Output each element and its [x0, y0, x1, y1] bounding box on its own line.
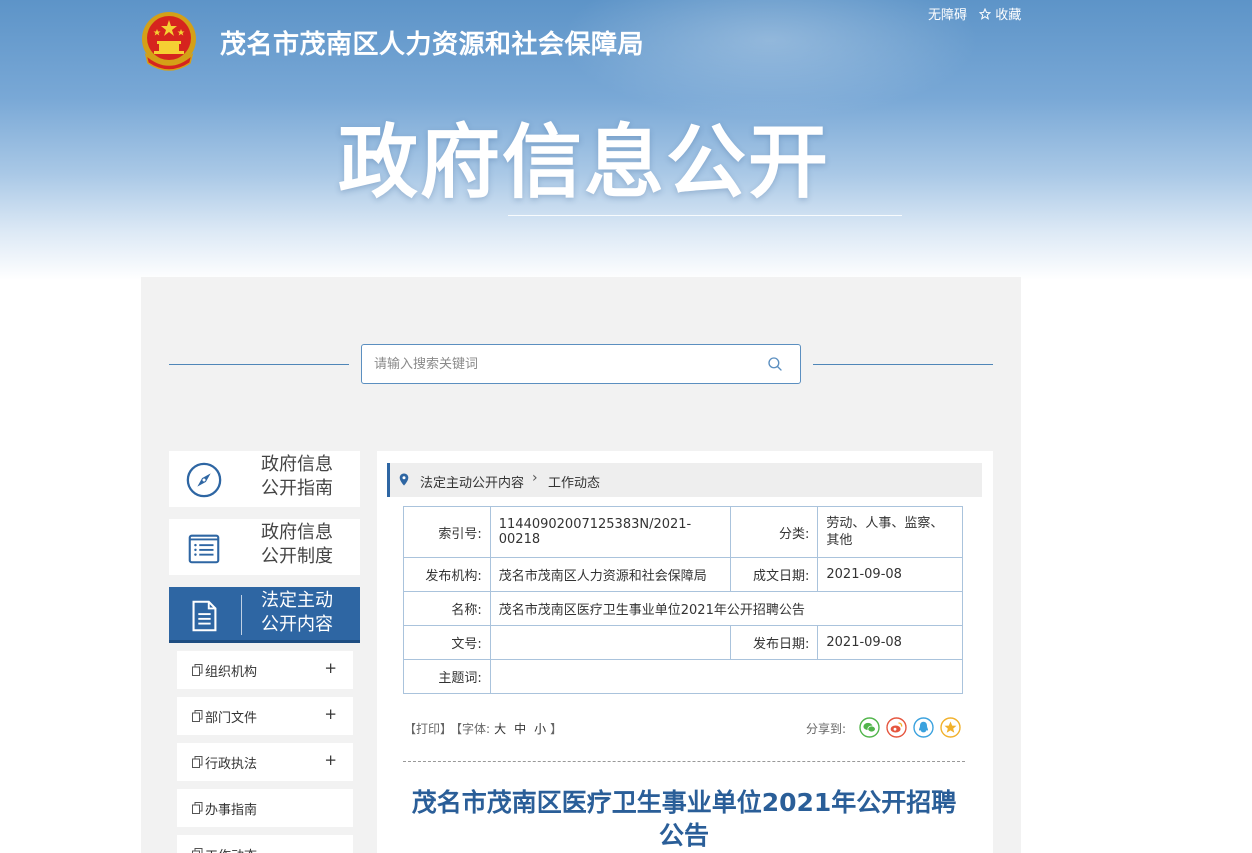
top-links: 无障碍 收藏 — [928, 4, 1021, 23]
sub-nav-item-work-news[interactable]: 工作动态 — [177, 835, 353, 853]
meta-value-name: 茂名市茂南区医疗卫生事业单位2021年公开招聘公告 — [489, 591, 964, 626]
nav-card-label: 政府信息 公开制度 — [261, 522, 333, 567]
document-icon — [192, 600, 217, 632]
list-document-icon — [188, 534, 220, 564]
weibo-share-icon[interactable] — [886, 717, 907, 738]
meta-value-created-date: 2021-09-08 — [817, 557, 963, 592]
nav-card-label: 法定主动 公开内容 — [261, 590, 333, 635]
site-title: 茂名市茂南区人力资源和社会保障局 — [220, 30, 645, 60]
expand-icon[interactable]: + — [324, 751, 337, 769]
breadcrumb-item-current[interactable]: 工作动态 — [548, 472, 600, 491]
document-meta-table: 索引号: 11440902007125383N/2021-00218 分类: 劳… — [403, 506, 964, 694]
sub-nav-label: 行政执法 — [205, 757, 258, 772]
breadcrumb-item-statutory[interactable]: 法定主动公开内容 — [420, 472, 524, 491]
article-divider — [403, 761, 965, 762]
favorite-share-icon[interactable] — [940, 717, 961, 738]
nav-card-disclosure-guide[interactable]: 政府信息 公开指南 — [169, 451, 360, 507]
copy-doc-icon — [192, 848, 203, 853]
nav-card-label: 政府信息 公开指南 — [261, 454, 333, 499]
nav-card-disclosure-system[interactable]: 政府信息 公开制度 — [169, 519, 360, 575]
accessibility-link[interactable]: 无障碍 — [928, 4, 967, 23]
meta-key-created-date: 成文日期: — [729, 557, 819, 592]
sub-nav-item-department-files[interactable]: 部门文件 + — [177, 697, 353, 735]
print-button[interactable]: 【打印】 — [404, 722, 452, 736]
site-header: 茂名市茂南区人力资源和社会保障局 无障碍 收藏 政府信息公开 — [0, 0, 1252, 280]
expand-icon[interactable]: + — [324, 659, 337, 677]
font-size-prefix: 【字体: — [456, 722, 491, 736]
sub-nav-label: 工作动态 — [205, 845, 257, 853]
meta-value-publisher: 茂名市茂南区人力资源和社会保障局 — [489, 557, 731, 592]
meta-key-published-date: 发布日期: — [729, 625, 819, 660]
font-size-suffix: 】 — [550, 722, 563, 736]
search-input[interactable] — [374, 353, 754, 375]
location-pin-icon — [399, 473, 409, 486]
nav-card-statutory-content[interactable]: 法定主动 公开内容 — [169, 587, 360, 643]
copy-doc-icon — [192, 710, 203, 722]
search-box — [361, 344, 801, 384]
search-divider-right — [813, 364, 993, 365]
nav-card-separator — [241, 595, 242, 635]
compass-icon — [186, 462, 222, 498]
article-title: 茂名市茂南区医疗卫生事业单位2021年公开招聘公告 — [411, 788, 957, 850]
meta-key-index: 索引号: — [403, 506, 491, 558]
meta-key-subject: 主题词: — [403, 659, 491, 694]
sub-nav-label: 组织机构 — [205, 665, 258, 680]
national-emblem-icon — [142, 12, 196, 71]
sub-nav-item-service-guide[interactable]: 办事指南 — [177, 789, 353, 827]
wechat-share-icon[interactable] — [859, 717, 880, 738]
meta-value-index: 11440902007125383N/2021-00218 — [489, 506, 731, 558]
share-label: 分享到: — [806, 722, 847, 736]
search-divider-left — [169, 364, 349, 365]
sub-nav-item-law-enforcement[interactable]: 行政执法 + — [177, 743, 353, 781]
meta-value-published-date: 2021-09-08 — [817, 625, 963, 660]
meta-key-doc-number: 文号: — [403, 625, 491, 660]
font-size-large-button[interactable]: 大 — [494, 722, 506, 736]
meta-value-subject — [489, 659, 964, 694]
meta-key-publisher: 发布机构: — [403, 557, 491, 592]
copy-doc-icon — [192, 802, 203, 814]
font-size-medium-button[interactable]: 中 — [514, 722, 526, 736]
meta-value-category: 劳动、人事、监察、其他 — [817, 506, 963, 558]
meta-value-doc-number — [489, 625, 731, 660]
section-banner-title: 政府信息公开 — [338, 116, 830, 209]
favorite-link[interactable]: 收藏 — [978, 4, 1022, 23]
copy-doc-icon — [192, 756, 203, 768]
star-outline-icon — [978, 7, 992, 20]
search-icon[interactable] — [766, 355, 784, 373]
meta-key-category: 分类: — [729, 506, 819, 558]
sub-nav-label: 办事指南 — [205, 803, 258, 818]
qq-share-icon[interactable] — [913, 717, 934, 738]
sub-nav-label: 部门文件 — [205, 711, 258, 726]
sub-nav-item-organization[interactable]: 组织机构 + — [177, 651, 353, 689]
article-tools: 【打印】 【字体: 大中小】 — [404, 720, 562, 737]
favorite-link-label: 收藏 — [995, 8, 1022, 23]
breadcrumb-separator-icon: › — [532, 470, 538, 486]
banner-divider — [508, 215, 902, 216]
font-size-small-button[interactable]: 小 — [534, 722, 546, 736]
copy-doc-icon — [192, 664, 203, 676]
breadcrumb: 法定主动公开内容 › 工作动态 — [387, 463, 982, 497]
meta-key-name: 名称: — [403, 591, 491, 626]
expand-icon[interactable]: + — [324, 705, 337, 723]
